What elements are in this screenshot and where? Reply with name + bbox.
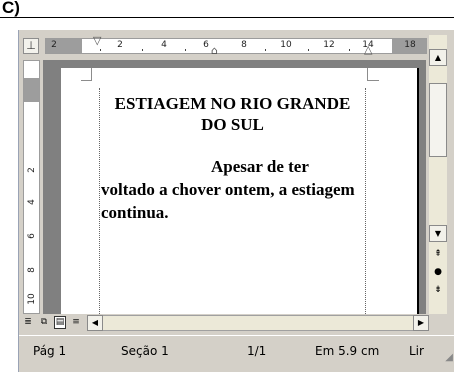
scroll-right-button[interactable]: ▶: [413, 315, 429, 331]
resize-grip-icon[interactable]: ◢: [445, 352, 453, 363]
scroll-left-button[interactable]: ◀: [87, 315, 103, 331]
crop-mark: [367, 80, 379, 81]
ruler-number: 2: [51, 40, 57, 50]
vertical-ruler-number: 6: [27, 233, 37, 239]
previous-page-icon[interactable]: ⇞: [429, 247, 447, 262]
vertical-ruler-number: 2: [27, 167, 37, 173]
text-area[interactable]: ESTIAGEM NO RIO GRANDE DO SUL Apesar de …: [99, 88, 366, 314]
normal-view-icon[interactable]: ≣: [22, 316, 34, 329]
ruler-number: 6: [203, 40, 209, 50]
first-line-indent-marker[interactable]: ▽: [93, 34, 101, 47]
vertical-ruler-number: 10: [27, 293, 37, 305]
ruler-number: 2: [117, 40, 123, 50]
vertical-ruler-number: 8: [27, 267, 37, 273]
crop-mark: [367, 68, 368, 80]
status-page: Pág 1: [33, 344, 67, 358]
figure-label: C): [2, 0, 20, 17]
ruler-tick: [142, 49, 143, 51]
crop-mark: [81, 80, 92, 81]
print-layout-icon[interactable]: ▤: [54, 316, 66, 329]
ruler-number: 8: [241, 40, 247, 50]
ruler-number: 12: [323, 40, 335, 50]
ruler-tick: [100, 49, 101, 51]
ruler-number: 18: [404, 40, 416, 50]
vertical-scroll-thumb[interactable]: [429, 83, 447, 157]
ruler-tick: [308, 49, 309, 51]
status-section: Seção 1: [121, 344, 169, 358]
view-and-hscroll-bar: ≣ ⧉ ▤ ≡ ◀ ▶: [19, 314, 447, 332]
word-window: ⊥ 2 2 4 6 8 10 12 14 18 ▽ ⌂ △ 2 4 6 8 10…: [18, 30, 454, 372]
status-bar: Pág 1 Seção 1 1/1 Em 5.9 cm Lir ◢: [19, 335, 454, 365]
tab-selector-button[interactable]: ⊥: [23, 38, 39, 54]
ruler-tick: [185, 49, 186, 51]
ruler-number: 10: [280, 40, 292, 50]
document-area[interactable]: ESTIAGEM NO RIO GRANDE DO SUL Apesar de …: [43, 60, 426, 314]
select-browse-object-icon[interactable]: ●: [429, 265, 447, 280]
document-page[interactable]: ESTIAGEM NO RIO GRANDE DO SUL Apesar de …: [61, 68, 419, 314]
document-body[interactable]: Apesar de ter voltado a chover ontem, a …: [101, 155, 365, 224]
right-indent-marker[interactable]: △: [364, 43, 372, 56]
status-pages: 1/1: [247, 344, 267, 358]
scroll-up-button[interactable]: ▲: [429, 49, 447, 66]
ruler-row: ⊥ 2 2 4 6 8 10 12 14 18 ▽ ⌂ △: [19, 34, 454, 57]
ruler-number: 4: [161, 40, 167, 50]
status-line: Lir: [409, 344, 424, 358]
ruler-tick: [265, 49, 266, 51]
crop-mark: [91, 68, 92, 80]
vertical-ruler-top-margin: [24, 78, 39, 102]
web-layout-icon[interactable]: ⧉: [38, 316, 50, 329]
ruler-tick: [349, 49, 350, 51]
vertical-ruler-number: 4: [27, 199, 37, 205]
vertical-ruler[interactable]: 2 4 6 8 10: [23, 60, 40, 314]
vertical-scrollbar[interactable]: ▲ ▼ ⇞ ● ⇟: [429, 35, 447, 314]
hanging-indent-marker[interactable]: ⌂: [211, 44, 218, 57]
top-rule: [0, 17, 454, 18]
next-page-icon[interactable]: ⇟: [429, 283, 447, 298]
status-position: Em 5.9 cm: [315, 344, 380, 358]
document-title[interactable]: ESTIAGEM NO RIO GRANDE DO SUL: [100, 93, 365, 135]
outline-view-icon[interactable]: ≡: [70, 316, 82, 329]
scroll-down-button[interactable]: ▼: [429, 225, 447, 242]
horizontal-scrollbar[interactable]: ◀ ▶: [87, 315, 429, 331]
